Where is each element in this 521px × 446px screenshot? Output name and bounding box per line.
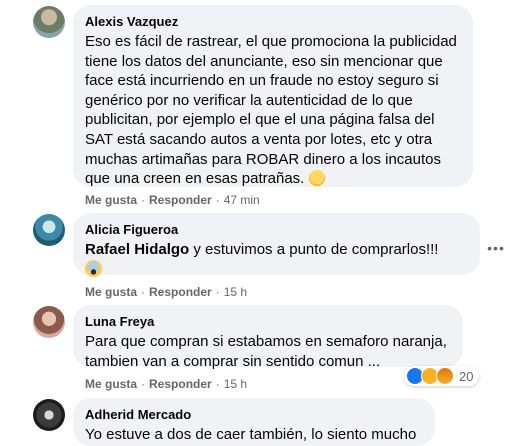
like-button[interactable]: Me gusta (85, 377, 137, 391)
comment-body: y estuvimos a punto de comprarlos!!! (189, 241, 439, 258)
comment-timestamp[interactable]: 15 h (224, 285, 247, 299)
comment-text: Eso es fácil de rastrear, el que promoci… (85, 32, 461, 189)
like-button[interactable]: Me gusta (85, 193, 137, 207)
screaming-face-icon (85, 259, 102, 277)
reply-button[interactable]: Responder (149, 377, 212, 391)
thinking-face-icon (308, 170, 325, 187)
like-button[interactable]: Me gusta (85, 285, 137, 299)
comment-bubble: Luna Freya Para que compran si estabamos… (73, 305, 463, 370)
comment-text: Rafael Hidalgo y estuvimos a punto de co… (85, 240, 468, 279)
mention-link[interactable]: Rafael Hidalgo (85, 241, 189, 258)
comment-bubble: Adherid Mercado Yo estuve a dos de caer … (73, 398, 435, 446)
comment-bubble: Alicia Figueroa Rafael Hidalgo y estuvim… (73, 213, 480, 277)
comment-body: Eso es fácil de rastrear, el que promoci… (85, 33, 457, 188)
comment-actions: Me gusta · Responder · 15 h (85, 284, 247, 300)
separator-dot: · (215, 285, 220, 299)
angry-reaction-icon (436, 367, 454, 385)
comment-text: Yo estuve a dos de caer también, lo sien… (85, 426, 417, 443)
separator-dot: · (141, 193, 146, 207)
comment-author[interactable]: Luna Freya (85, 313, 451, 330)
comment-text: Para que compran si estabamos en semafor… (85, 333, 447, 370)
comment-author[interactable]: Alicia Figueroa (85, 221, 468, 238)
comment-timestamp[interactable]: 47 min (224, 193, 260, 207)
reply-button[interactable]: Responder (149, 285, 212, 299)
comment-timestamp[interactable]: 15 h (224, 377, 247, 391)
comment-author[interactable]: Alexis Vazquez (85, 13, 461, 30)
separator-dot: · (141, 377, 146, 391)
avatar[interactable] (33, 214, 65, 246)
avatar[interactable] (33, 306, 65, 338)
avatar[interactable] (33, 399, 65, 431)
comment-actions: Me gusta · Responder · 47 min (85, 192, 260, 208)
reactions-summary[interactable]: 20 (404, 366, 480, 386)
reaction-count: 20 (459, 368, 474, 384)
more-options-button[interactable]: ••• (487, 240, 505, 256)
reply-button[interactable]: Responder (149, 193, 212, 207)
separator-dot: · (215, 193, 220, 207)
comment-author[interactable]: Adherid Mercado (85, 406, 423, 423)
comment-actions: Me gusta · Responder · 15 h (85, 376, 247, 392)
separator-dot: · (215, 377, 220, 391)
comment-bubble: Alexis Vazquez Eso es fácil de rastrear,… (73, 5, 473, 187)
separator-dot: · (141, 285, 146, 299)
avatar[interactable] (33, 6, 65, 38)
